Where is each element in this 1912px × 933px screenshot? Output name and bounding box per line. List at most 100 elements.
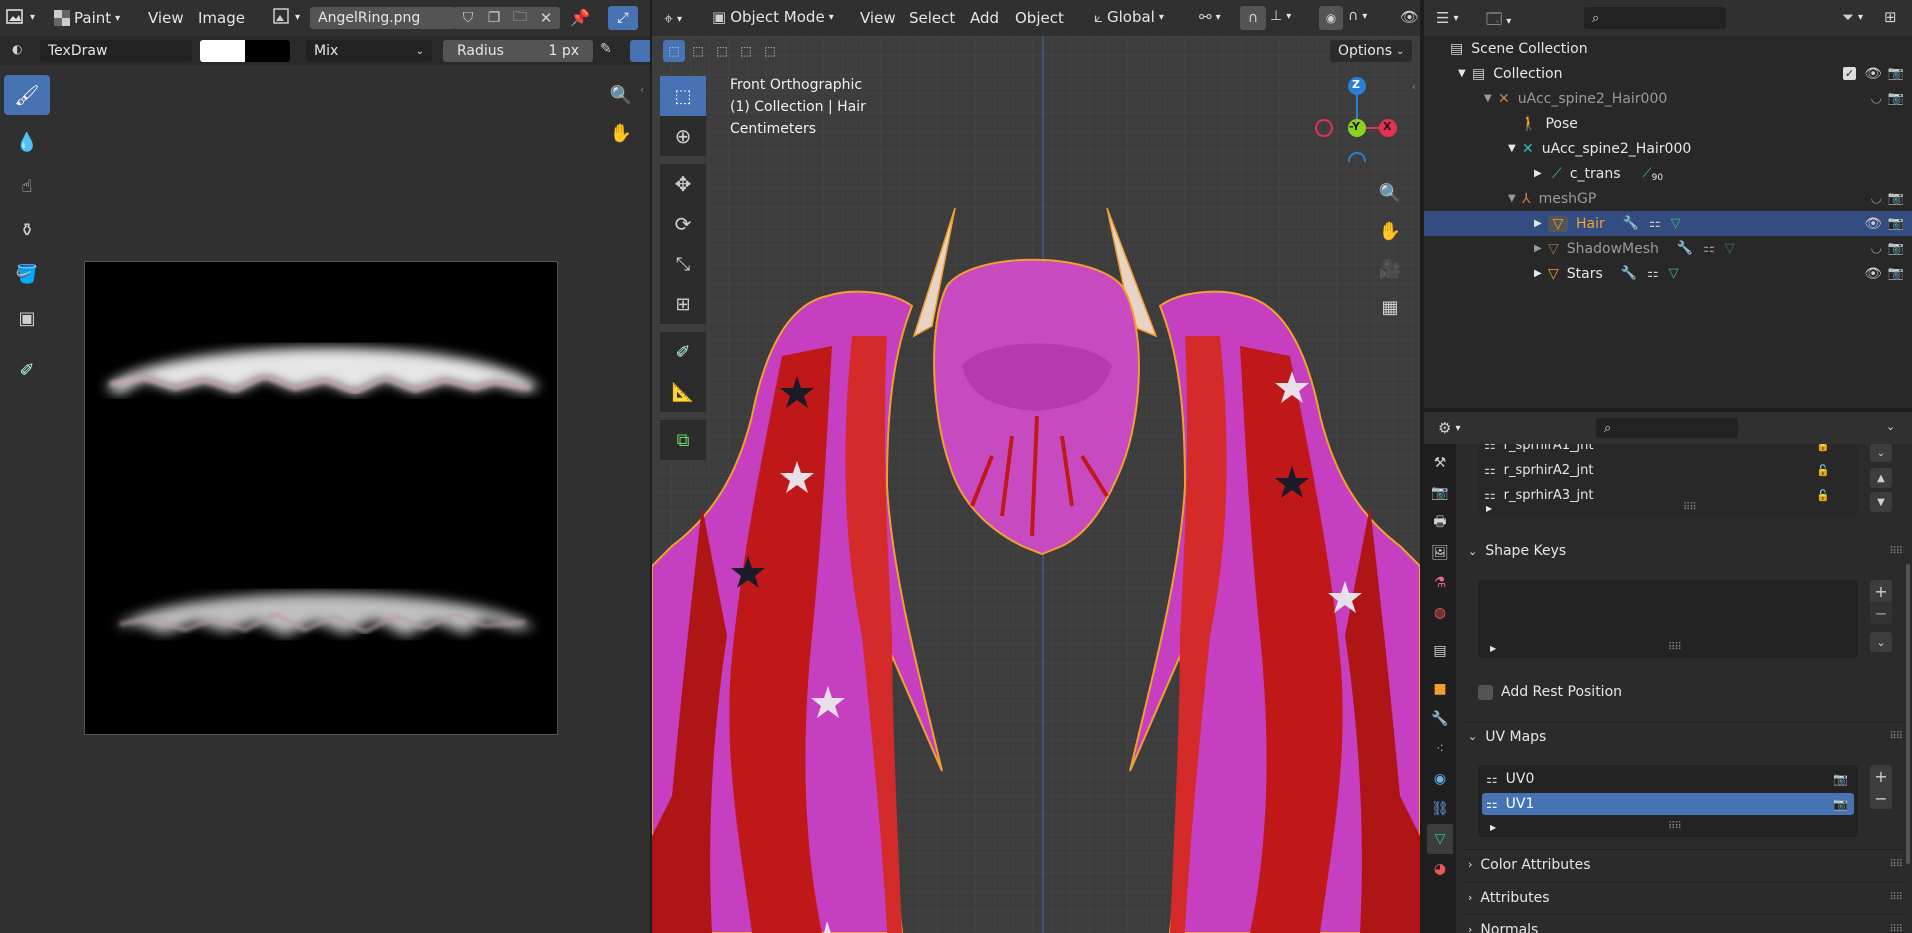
tab-particles[interactable]: ⁖ — [1427, 734, 1453, 764]
radius-field[interactable]: Radius 1 px — [443, 40, 593, 62]
shadowmesh-camera-icon[interactable]: 📷 — [1888, 241, 1904, 256]
outliner-row-collection[interactable]: ▼ ▤ Collection ✓ 👁 📷 — [1424, 61, 1912, 86]
brush-name-field[interactable]: TexDraw — [40, 40, 192, 62]
stars-eye-icon[interactable]: 👁 — [1864, 266, 1882, 282]
falloff-dropdown[interactable]: ∩ ▾ — [1348, 8, 1367, 24]
vertex-group-row[interactable]: ⚏ r_sprhirA2_jnt 🔓 — [1478, 459, 1838, 481]
pivot-dropdown[interactable]: ⚯ ▾ — [1199, 8, 1221, 26]
stars-camera-icon[interactable]: 📷 — [1888, 266, 1904, 281]
new-collection-icon[interactable]: ⊞ — [1884, 8, 1897, 26]
transform-tool[interactable]: ⊞ — [660, 284, 706, 324]
radius-unit-toggle[interactable] — [630, 40, 650, 62]
outliner-row-shadowmesh[interactable]: ▶ ▽ ShadowMesh 🔧 ⚏ ▽ ◡ 📷 — [1424, 236, 1912, 261]
draw-tool[interactable]: 🖌 — [4, 75, 50, 115]
move-up-arrow-icon[interactable]: ▲ — [1870, 468, 1892, 488]
outliner-row-hair[interactable]: ▶ ▽ Hair 🔧 ⚏ ▽ 👁 📷 — [1424, 211, 1912, 236]
active-render-camera-icon[interactable]: 📷 — [1833, 772, 1848, 786]
list-resize-grip[interactable]: ⠿⠿ — [1683, 502, 1697, 513]
properties-editor-type[interactable]: ⚙ ▾ — [1438, 419, 1460, 437]
add-cube-tool[interactable]: ⧉ — [660, 420, 706, 460]
vp-menu-select[interactable]: Select — [909, 9, 955, 27]
clone-tool[interactable]: ⚱ — [4, 211, 50, 249]
soften-tool[interactable]: 💧 — [4, 123, 50, 161]
camera-view-icon[interactable]: 🎥 — [1372, 250, 1408, 288]
uv-maps-list[interactable]: ⚏ UV0 📷 ⚏ UV1 📷 ▶ ⠿⠿ — [1478, 765, 1858, 837]
shadowmesh-eye-icon[interactable]: ◡ — [1871, 241, 1882, 256]
navigation-gizmo[interactable]: Z -Y X — [1312, 72, 1402, 170]
rotate-tool[interactable]: ⟳ — [660, 204, 706, 244]
hair-camera-icon[interactable]: 📷 — [1888, 216, 1904, 231]
outliner-row-stars[interactable]: ▶ ▽ Stars 🔧 ⚏ ▽ 👁 📷 — [1424, 261, 1912, 286]
scale-tool[interactable]: ⤡ — [660, 244, 706, 284]
collection-eye-icon[interactable]: 👁 — [1864, 66, 1882, 82]
shape-keys-list[interactable]: ▶ ⠿⠿ — [1478, 580, 1858, 658]
open-folder-icon[interactable]: 🗀 — [507, 7, 533, 29]
properties-scrollbar[interactable] — [1906, 564, 1910, 864]
sidebar-toggle-arrow[interactable]: ‹ — [1412, 82, 1416, 93]
tab-object[interactable]: ■ — [1427, 674, 1453, 704]
select-new-icon[interactable]: ⬚ — [663, 40, 685, 62]
pin-icon[interactable]: 📌 — [570, 8, 590, 27]
visibility-icon[interactable]: 👁 — [1400, 8, 1419, 26]
tab-render[interactable]: 📷 — [1427, 478, 1453, 508]
hair-eye-icon[interactable]: 👁 — [1864, 216, 1882, 232]
exclude-checkbox[interactable]: ✓ — [1843, 67, 1856, 80]
lock-icon[interactable]: 🔓 — [1816, 489, 1830, 502]
armature-camera-icon[interactable]: 📷 — [1888, 91, 1904, 106]
viewport-area[interactable]: Front Orthographic (1) Collection | Hair… — [652, 36, 1420, 933]
fill-tool[interactable]: 🪣 — [4, 255, 50, 293]
normals-panel-header[interactable]: › Normals ⠿⠿ — [1462, 914, 1908, 933]
remove-shape-key-icon[interactable]: − — [1870, 602, 1892, 624]
select-box-tool[interactable]: ⬚ — [660, 76, 706, 116]
meshgp-eye-icon[interactable]: ◡ — [1871, 191, 1882, 206]
editor-type-button[interactable]: ▾ — [6, 8, 35, 26]
region-collapse-arrow[interactable]: ‹ — [640, 85, 644, 96]
move-down-arrow-icon[interactable]: ▼ — [1870, 492, 1892, 512]
hair-model[interactable] — [652, 36, 1420, 933]
duplicate-icon[interactable]: ❐ — [481, 7, 507, 29]
vp-zoom-icon[interactable]: 🔍 — [1372, 174, 1408, 212]
tab-constraints[interactable]: ⛓ — [1427, 794, 1453, 824]
image-name-field[interactable]: AngelRing.png — [310, 7, 455, 29]
menu-image[interactable]: Image — [198, 9, 245, 27]
outliner-row-pose[interactable]: 🚶 Pose — [1424, 111, 1912, 136]
snap-toggle[interactable]: ∩ — [1240, 6, 1266, 30]
vp-pan-icon[interactable]: ✋ — [1372, 212, 1408, 250]
outliner-row-armature-data[interactable]: ▼ ✕ uAcc_spine2_Hair000 — [1424, 136, 1912, 161]
paint-mode-dropdown[interactable]: Paint ▾ — [54, 9, 120, 27]
outliner-search[interactable]: ⌕ — [1584, 7, 1726, 29]
shape-keys-panel-header[interactable]: ⌄ Shape Keys ⠿⠿ — [1462, 537, 1908, 565]
uv-map-row[interactable]: ⚏ UV0 📷 — [1482, 768, 1854, 790]
object-mode-dropdown[interactable]: ▣ Object Mode ▾ — [712, 8, 834, 26]
ortho-toggle-icon[interactable]: ▦ — [1372, 288, 1408, 326]
vp-menu-add[interactable]: Add — [970, 9, 999, 27]
tab-view-layer[interactable]: 🖼 — [1427, 538, 1453, 568]
image-editor-canvas[interactable]: 🖌 💧 ☝ ⚱ 🪣 ▣ ✐ 🔍 ✋ ‹ — [0, 65, 650, 933]
vp-menu-object[interactable]: Object — [1015, 9, 1064, 27]
brush-preview-icon[interactable]: ◐ — [12, 42, 22, 56]
render-camera-icon[interactable]: 📷 — [1833, 797, 1848, 811]
proportional-edit-toggle[interactable]: ◉ — [1319, 6, 1343, 30]
zoom-button[interactable]: 🔍 — [605, 79, 637, 111]
add-shape-key-icon[interactable]: + — [1870, 580, 1892, 602]
measure-tool[interactable]: 📐 — [660, 372, 706, 412]
shape-key-specials-icon[interactable]: ⌄ — [1870, 632, 1892, 652]
uv-map-row-selected[interactable]: ⚏ UV1 📷 — [1482, 793, 1854, 815]
display-mode-dropdown[interactable]: 🗔 ▾ — [1486, 9, 1511, 34]
armature-eye-icon[interactable]: ◡ — [1871, 91, 1882, 106]
outliner-row-bone[interactable]: ▶ ⟋ c_trans ⟋ 90 — [1424, 161, 1912, 186]
secondary-color-swatch[interactable] — [245, 40, 290, 62]
select-invert-icon[interactable]: ⬚ — [735, 40, 757, 62]
tab-physics[interactable]: ◉ — [1427, 764, 1453, 794]
snap-target-dropdown[interactable]: ⊥ ▾ — [1270, 8, 1291, 24]
vertex-group-row[interactable]: ⚏ r_sprhirA3_jnt 🔓 — [1478, 484, 1838, 506]
outliner-editor-type[interactable]: ☰ ▾ — [1436, 9, 1458, 27]
pan-button[interactable]: ✋ — [605, 117, 637, 149]
close-icon[interactable]: ✕ — [533, 7, 559, 29]
properties-search[interactable]: ⌕ — [1596, 418, 1738, 438]
shape-keys-resize-grip[interactable]: ⠿⠿ — [1668, 642, 1682, 653]
tab-data[interactable]: ▽ — [1427, 824, 1453, 854]
uv-filter-toggle[interactable]: ▶ — [1490, 823, 1496, 832]
select-subtract-icon[interactable]: ⬚ — [711, 40, 733, 62]
vertex-groups-list[interactable]: ⚏ r_sprhirA1_jnt 🔓 ⚏ r_sprhirA2_jnt 🔓 ⚏ … — [1478, 444, 1858, 516]
